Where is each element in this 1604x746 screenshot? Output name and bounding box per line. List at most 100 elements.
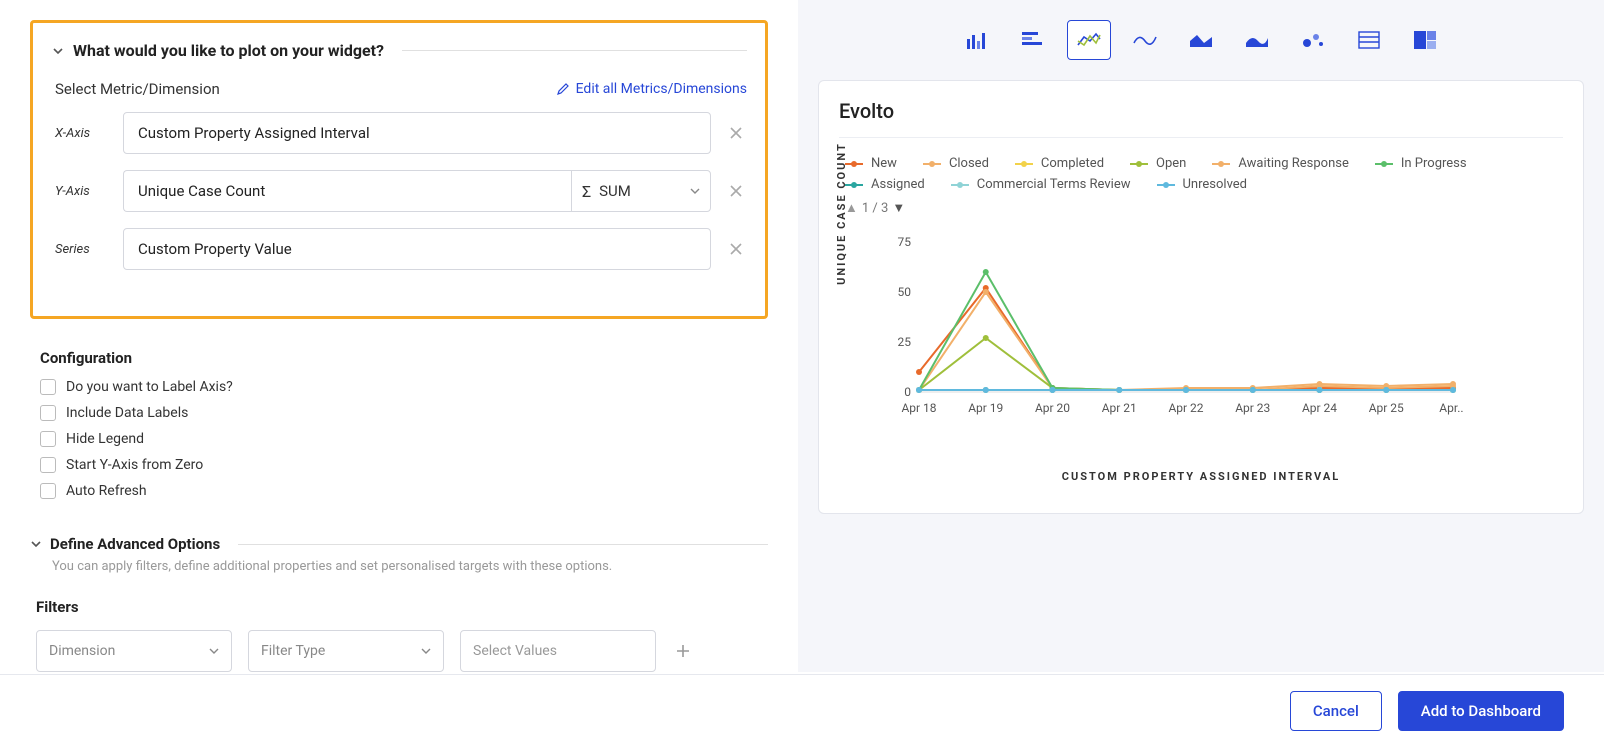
svg-text:75: 75 [898, 235, 912, 249]
add-filter-button[interactable] [672, 640, 694, 662]
config-option-label: Include Data Labels [66, 405, 188, 421]
legend-item[interactable]: Completed [1015, 156, 1104, 171]
checkbox-icon[interactable] [40, 457, 56, 473]
divider [402, 50, 747, 51]
svg-text:Apr 23: Apr 23 [1235, 401, 1270, 415]
legend-pager: ▲ 1 / 3 ▼ [839, 200, 1563, 216]
plot-config-box: What would you like to plot on your widg… [30, 20, 768, 319]
legend-label: In Progress [1401, 156, 1467, 171]
legend-item[interactable]: Open [1130, 156, 1186, 171]
config-option[interactable]: Auto Refresh [40, 483, 758, 499]
pager-text: 1 / 3 [862, 201, 888, 216]
filter-values-input[interactable]: Select Values [460, 630, 656, 672]
config-option[interactable]: Include Data Labels [40, 405, 758, 421]
svg-text:Apr 20: Apr 20 [1035, 401, 1070, 415]
chart-type-line[interactable] [1067, 20, 1111, 60]
pager-next-icon[interactable]: ▼ [892, 200, 905, 216]
checkbox-icon[interactable] [40, 431, 56, 447]
clear-series-icon[interactable] [725, 238, 747, 260]
chart-type-bar-vertical[interactable] [955, 20, 999, 60]
chart-type-treemap[interactable] [1403, 20, 1447, 60]
preview-panel: Evolto NewClosedCompletedOpenAwaiting Re… [798, 0, 1604, 672]
chart-type-toolbar [818, 20, 1584, 60]
legend-item[interactable]: In Progress [1375, 156, 1467, 171]
clear-x-axis-icon[interactable] [725, 122, 747, 144]
legend-marker-icon [1157, 182, 1175, 188]
filter-dimension-select[interactable]: Dimension [36, 630, 232, 672]
svg-text:Apr 21: Apr 21 [1102, 401, 1137, 415]
legend-label: Open [1156, 156, 1186, 171]
checkbox-icon[interactable] [40, 483, 56, 499]
svg-text:50: 50 [898, 285, 912, 299]
add-to-dashboard-button[interactable]: Add to Dashboard [1398, 691, 1564, 731]
legend-label: Closed [949, 156, 989, 171]
aggregation-select[interactable]: Σ SUM [571, 170, 711, 212]
legend-item[interactable]: Closed [923, 156, 989, 171]
pencil-icon [556, 82, 570, 96]
chevron-down-icon[interactable] [51, 44, 65, 58]
edit-metrics-link[interactable]: Edit all Metrics/Dimensions [556, 81, 747, 97]
svg-text:Apr...: Apr... [1439, 401, 1463, 415]
legend-item[interactable]: Commercial Terms Review [951, 177, 1131, 192]
chart-preview-card: Evolto NewClosedCompletedOpenAwaiting Re… [818, 80, 1584, 514]
filter-type-select[interactable]: Filter Type [248, 630, 444, 672]
x-axis-label: CUSTOM PROPERTY ASSIGNED INTERVAL [839, 470, 1563, 483]
series-label: Series [55, 242, 109, 257]
legend-marker-icon [1375, 161, 1393, 167]
config-option[interactable]: Hide Legend [40, 431, 758, 447]
chart-legend: New Closed Completed Open Awaiting Response I… [839, 156, 1563, 192]
legend-label: Completed [1041, 156, 1104, 171]
legend-label: Unresolved [1183, 177, 1248, 192]
cancel-button[interactable]: Cancel [1290, 691, 1382, 731]
x-axis-input[interactable]: Custom Property Assigned Interval [123, 112, 711, 154]
chevron-down-icon [209, 646, 219, 656]
config-option-label: Hide Legend [66, 431, 144, 447]
chart-type-bar-horizontal[interactable] [1011, 20, 1055, 60]
footer-actions: Cancel Add to Dashboard [0, 674, 1604, 746]
legend-label: Commercial Terms Review [977, 177, 1131, 192]
chart-type-area[interactable] [1179, 20, 1223, 60]
legend-marker-icon [951, 182, 969, 188]
config-option[interactable]: Do you want to Label Axis? [40, 379, 758, 395]
series-input[interactable]: Custom Property Value [123, 228, 711, 270]
chart-type-area-spline[interactable] [1235, 20, 1279, 60]
configuration-section: Configuration Do you want to Label Axis?… [30, 349, 768, 499]
chart-type-spline[interactable] [1123, 20, 1167, 60]
legend-label: Awaiting Response [1238, 156, 1349, 171]
divider [238, 544, 768, 545]
legend-item[interactable]: Assigned [845, 177, 925, 192]
legend-label: New [871, 156, 897, 171]
y-axis-input[interactable]: Unique Case Count [123, 170, 571, 212]
agg-value: SUM [599, 182, 631, 200]
x-axis-label: X-Axis [55, 126, 109, 141]
y-axis-label: UNIQUE CASE COUNT [835, 142, 848, 285]
legend-marker-icon [1212, 161, 1230, 167]
svg-text:0: 0 [904, 385, 911, 399]
plot-section-title: What would you like to plot on your widg… [73, 41, 384, 60]
legend-item[interactable]: Awaiting Response [1212, 156, 1349, 171]
filters-title: Filters [30, 598, 768, 616]
chevron-down-icon [421, 646, 431, 656]
legend-item[interactable]: Unresolved [1157, 177, 1248, 192]
edit-link-text: Edit all Metrics/Dimensions [576, 81, 747, 97]
svg-text:Apr 24: Apr 24 [1302, 401, 1337, 415]
chevron-down-icon[interactable] [30, 538, 42, 550]
adv-title: Define Advanced Options [50, 535, 220, 553]
chart-type-table[interactable] [1347, 20, 1391, 60]
clear-y-axis-icon[interactable] [725, 180, 747, 202]
advanced-section: Define Advanced Options You can apply fi… [30, 535, 768, 672]
checkbox-icon[interactable] [40, 379, 56, 395]
legend-item[interactable]: New [845, 156, 897, 171]
svg-text:Apr 19: Apr 19 [968, 401, 1003, 415]
config-option[interactable]: Start Y-Axis from Zero [40, 457, 758, 473]
svg-text:Apr 25: Apr 25 [1369, 401, 1404, 415]
config-panel: What would you like to plot on your widg… [0, 0, 798, 672]
legend-marker-icon [1015, 161, 1033, 167]
checkbox-icon[interactable] [40, 405, 56, 421]
sigma-icon: Σ [582, 182, 591, 201]
config-option-label: Do you want to Label Axis? [66, 379, 233, 395]
chart-type-bubble[interactable] [1291, 20, 1335, 60]
line-chart-svg: 0255075Apr 18Apr 19Apr 20Apr 21Apr 22Apr… [883, 222, 1463, 432]
adv-desc: You can apply filters, define additional… [30, 559, 768, 574]
y-axis-label: Y-Axis [55, 184, 109, 199]
